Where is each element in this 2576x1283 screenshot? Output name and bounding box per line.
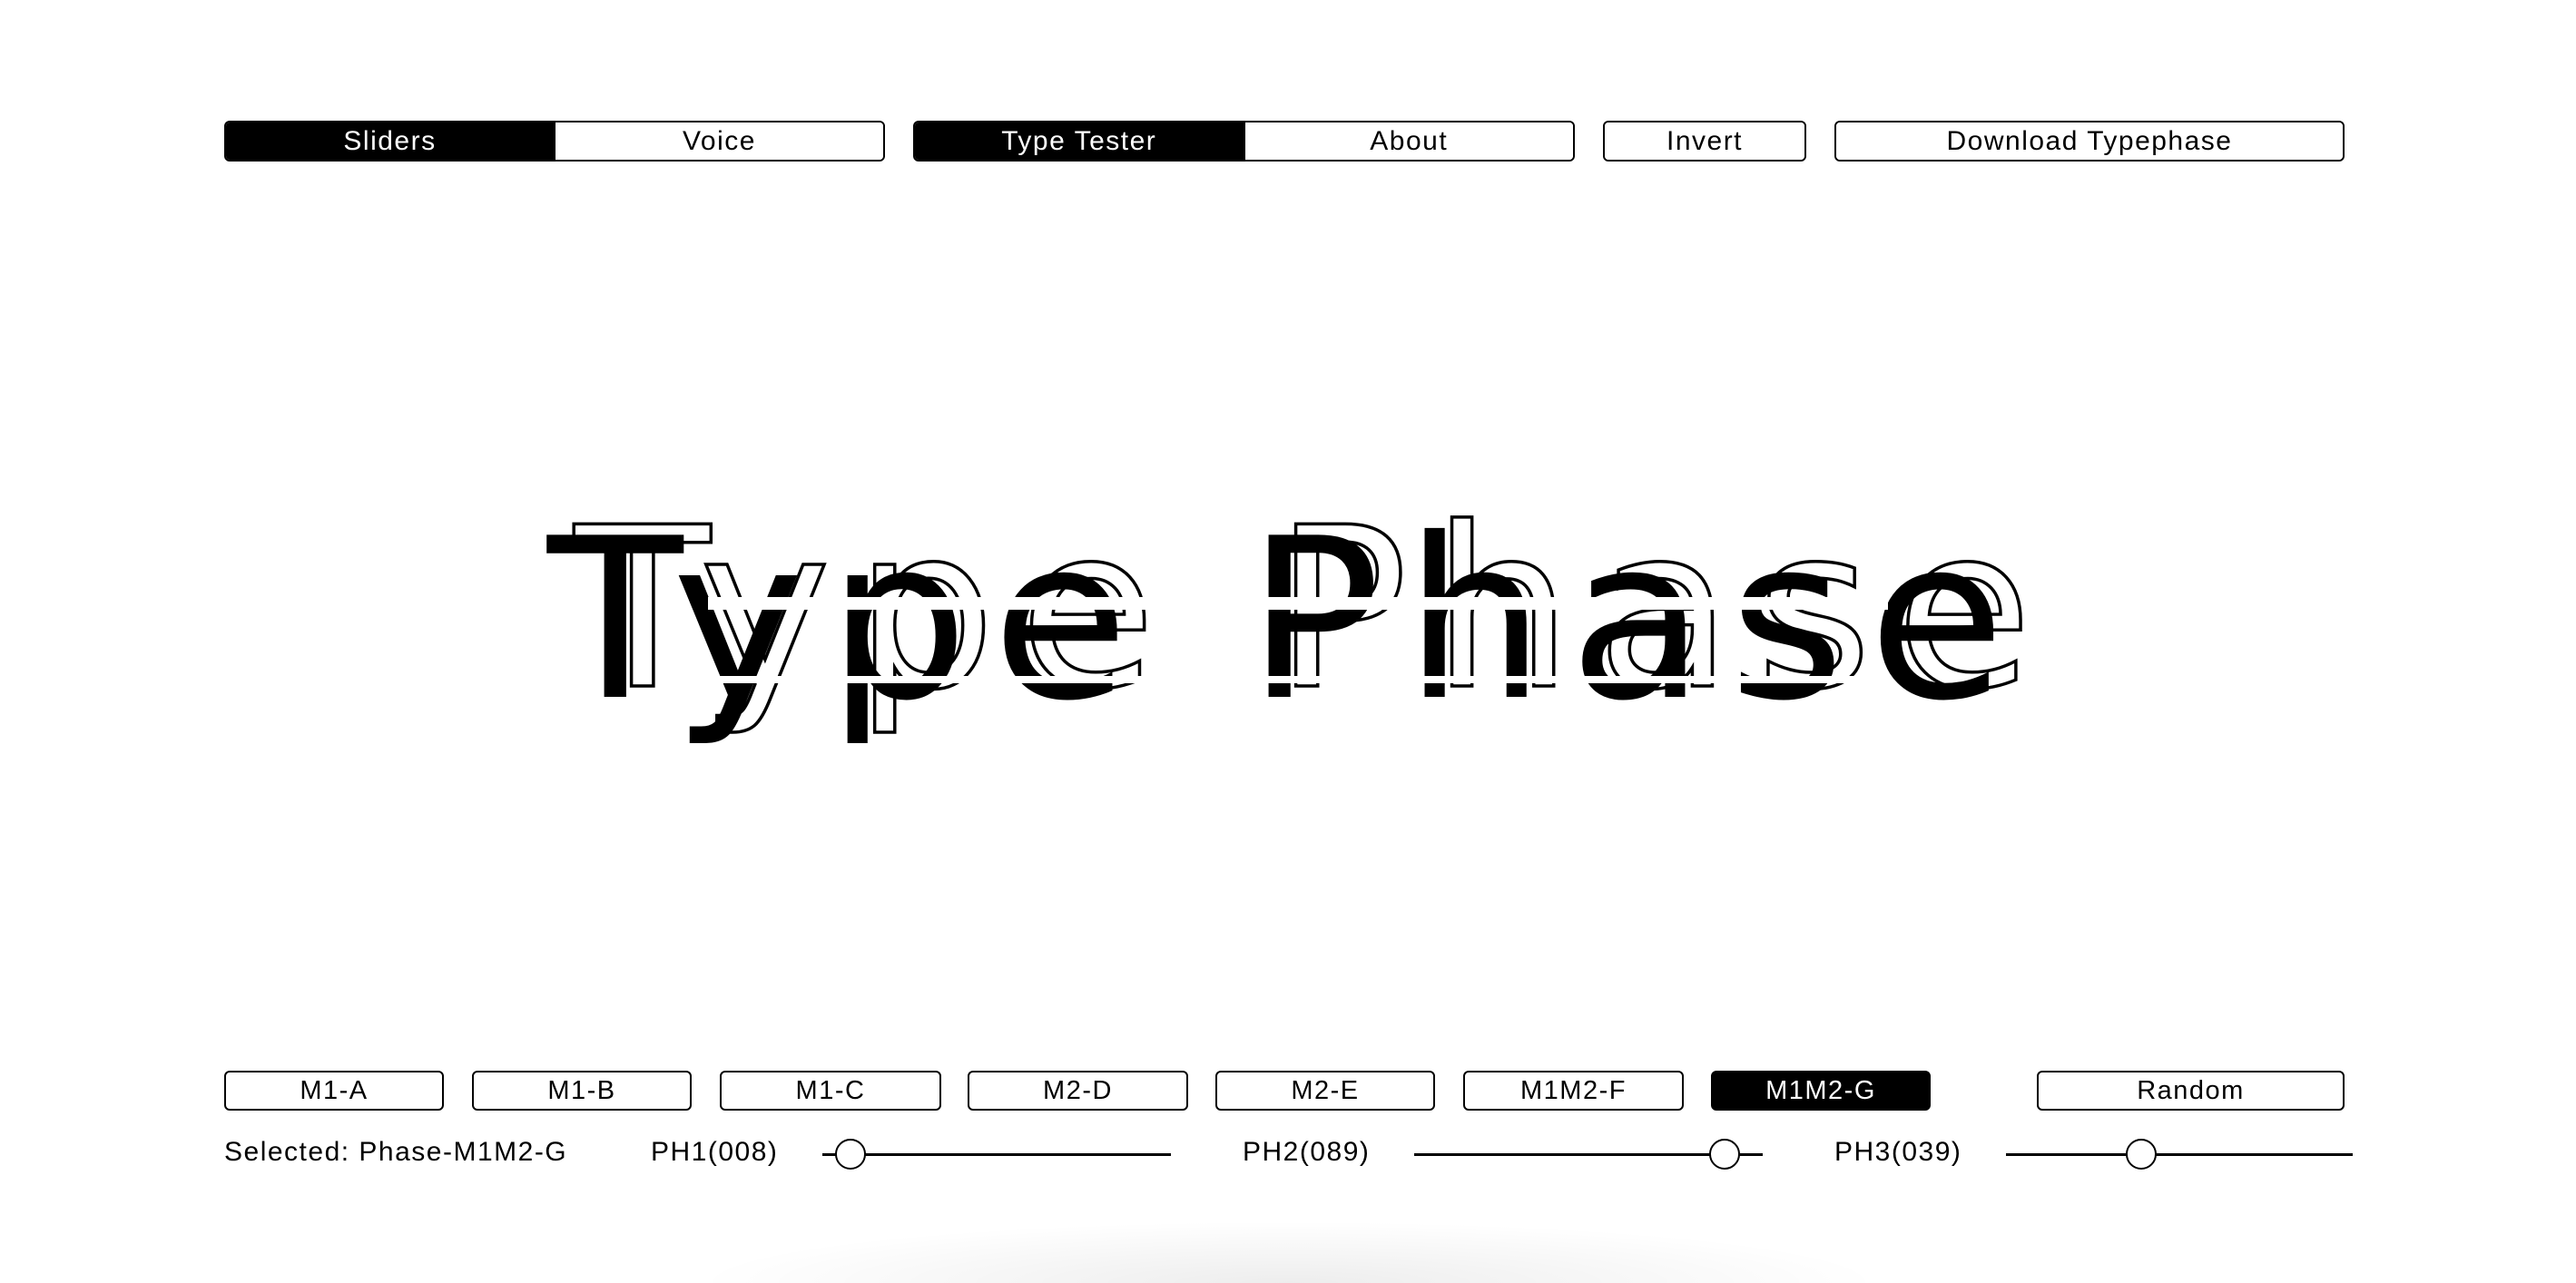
ph2-slider[interactable] [1414, 1139, 1763, 1170]
ph3-slider-thumb[interactable] [2125, 1139, 2157, 1170]
preset-m2-e[interactable]: M2-E [1215, 1071, 1435, 1111]
tab-type-tester[interactable]: Type Tester [915, 122, 1244, 160]
ph2-label: PH2(089) [1243, 1137, 1371, 1167]
preset-m1-a[interactable]: M1-A [224, 1071, 444, 1111]
ph3-label: PH3(039) [1834, 1137, 1962, 1167]
tab-voice[interactable]: Voice [554, 122, 883, 160]
ph1-label: PH1(008) [651, 1137, 779, 1167]
preset-m1-c[interactable]: M1-C [720, 1071, 941, 1111]
phase-cut-1 [708, 597, 1888, 610]
page-toggle: Type Tester About [913, 121, 1575, 162]
download-typephase-button[interactable]: Download Typephase [1836, 122, 2343, 160]
phase-cut-2 [708, 676, 1888, 683]
ph1-slider[interactable] [822, 1139, 1171, 1170]
download-button-wrap: Download Typephase [1834, 121, 2345, 162]
random-button[interactable]: Random [2037, 1071, 2345, 1111]
ph2-slider-thumb[interactable] [1708, 1139, 1740, 1170]
preset-m1m2-f[interactable]: M1M2-F [1463, 1071, 1684, 1111]
bottom-shadow [690, 1220, 1888, 1283]
specimen-solid-layer: Type Phase [546, 491, 2029, 749]
ph3-slider[interactable] [2006, 1139, 2353, 1170]
ph1-slider-thumb[interactable] [834, 1139, 866, 1170]
type-specimen: Type Phase Type Phase [0, 478, 2576, 762]
invert-button-wrap: Invert [1603, 121, 1806, 162]
preset-m2-d[interactable]: M2-D [968, 1071, 1188, 1111]
invert-button[interactable]: Invert [1605, 122, 1804, 160]
tab-sliders[interactable]: Sliders [226, 122, 554, 160]
specimen-svg: Type Phase Type Phase [546, 478, 2034, 749]
selected-status: Selected: Phase-M1M2-G [224, 1137, 568, 1167]
preset-m1m2-g[interactable]: M1M2-G [1711, 1071, 1931, 1111]
tab-about[interactable]: About [1243, 122, 1573, 160]
mode-toggle: Sliders Voice [224, 121, 885, 162]
preset-m1-b[interactable]: M1-B [472, 1071, 692, 1111]
